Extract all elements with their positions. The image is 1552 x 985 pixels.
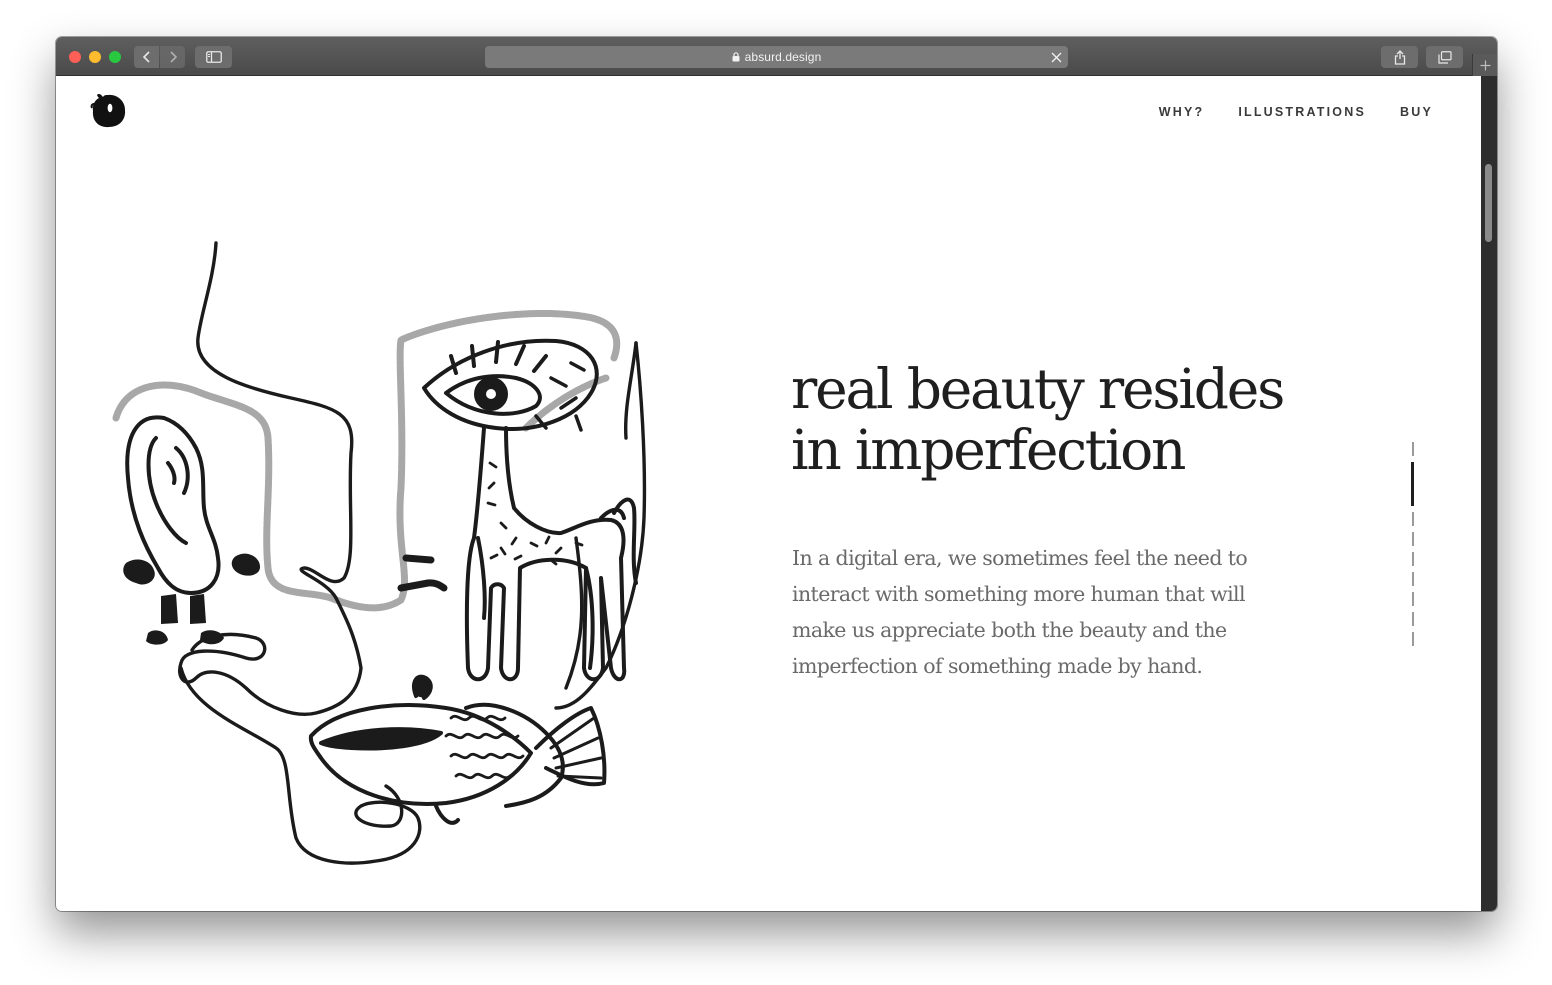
chevron-left-icon <box>142 51 150 63</box>
hero-text-line: make us appreciate both the beauty and t… <box>792 618 1227 642</box>
surreal-face-illustration <box>112 241 647 865</box>
browser-window: absurd.design WHY? ILLUSTRATIONS BUY rea… <box>56 37 1497 911</box>
share-button[interactable] <box>1381 46 1418 68</box>
vertical-scrollbar[interactable] <box>1481 76 1497 911</box>
slide-dot-8[interactable] <box>1412 612 1414 626</box>
chevron-right-icon <box>169 51 177 63</box>
hero-text-line: In a digital era, we sometimes feel the … <box>792 546 1248 570</box>
site-logo[interactable] <box>90 92 128 130</box>
hero-title-line: in imperfection <box>791 418 1186 482</box>
stop-loading-button[interactable] <box>1049 50 1063 64</box>
ink-blob-logo-icon <box>90 94 126 128</box>
close-icon <box>1051 52 1061 62</box>
nav-link-buy[interactable]: BUY <box>1400 105 1433 119</box>
slide-dot-3[interactable] <box>1412 512 1414 526</box>
nav-link-illustrations[interactable]: ILLUSTRATIONS <box>1238 105 1366 119</box>
back-button[interactable] <box>134 46 159 68</box>
slide-dot-1[interactable] <box>1412 442 1414 456</box>
slide-dot-6[interactable] <box>1412 572 1414 586</box>
tabs-icon <box>1437 50 1452 64</box>
hero-text-line: imperfection of something made by hand. <box>792 654 1203 678</box>
slide-dot-5[interactable] <box>1412 552 1414 566</box>
minimize-window-button[interactable] <box>89 51 101 63</box>
sidebar-toggle-button[interactable] <box>195 46 232 68</box>
maximize-window-button[interactable] <box>109 51 121 63</box>
hero-description: In a digital era, we sometimes feel the … <box>792 540 1302 684</box>
hero-title: real beauty resides in imperfection <box>791 359 1351 481</box>
sidebar-icon <box>205 51 222 63</box>
url-text: absurd.design <box>744 50 822 64</box>
lips-fish-drawing <box>308 674 607 825</box>
hero-text-line: interact with something more human that … <box>792 582 1246 606</box>
tab-overview-button[interactable] <box>1426 46 1463 68</box>
plus-icon <box>1480 60 1490 70</box>
ear-blots <box>123 553 261 645</box>
site-navigation: WHY? ILLUSTRATIONS BUY <box>1159 105 1433 119</box>
share-icon <box>1394 49 1405 65</box>
page-viewport: WHY? ILLUSTRATIONS BUY real beauty resid… <box>56 76 1497 911</box>
close-window-button[interactable] <box>69 51 81 63</box>
forward-button[interactable] <box>160 46 185 68</box>
gray-outline-shapes <box>112 309 621 612</box>
eye-drawing <box>422 338 599 431</box>
nav-link-why[interactable]: WHY? <box>1159 105 1205 119</box>
slide-dot-9[interactable] <box>1412 632 1414 646</box>
slide-dot-4[interactable] <box>1412 532 1414 546</box>
browser-toolbar: absurd.design <box>56 37 1497 76</box>
fish-scales <box>444 714 525 780</box>
scrollbar-thumb[interactable] <box>1485 164 1492 242</box>
cat-pattern <box>486 461 584 566</box>
slide-dot-7[interactable] <box>1412 592 1414 606</box>
address-bar[interactable]: absurd.design <box>485 46 1068 68</box>
lock-icon <box>732 52 740 62</box>
slide-dot-2[interactable] <box>1411 462 1414 506</box>
hero-title-line: real beauty resides <box>791 357 1285 421</box>
new-tab-button[interactable] <box>1472 54 1497 76</box>
slide-indicator <box>1410 442 1418 646</box>
